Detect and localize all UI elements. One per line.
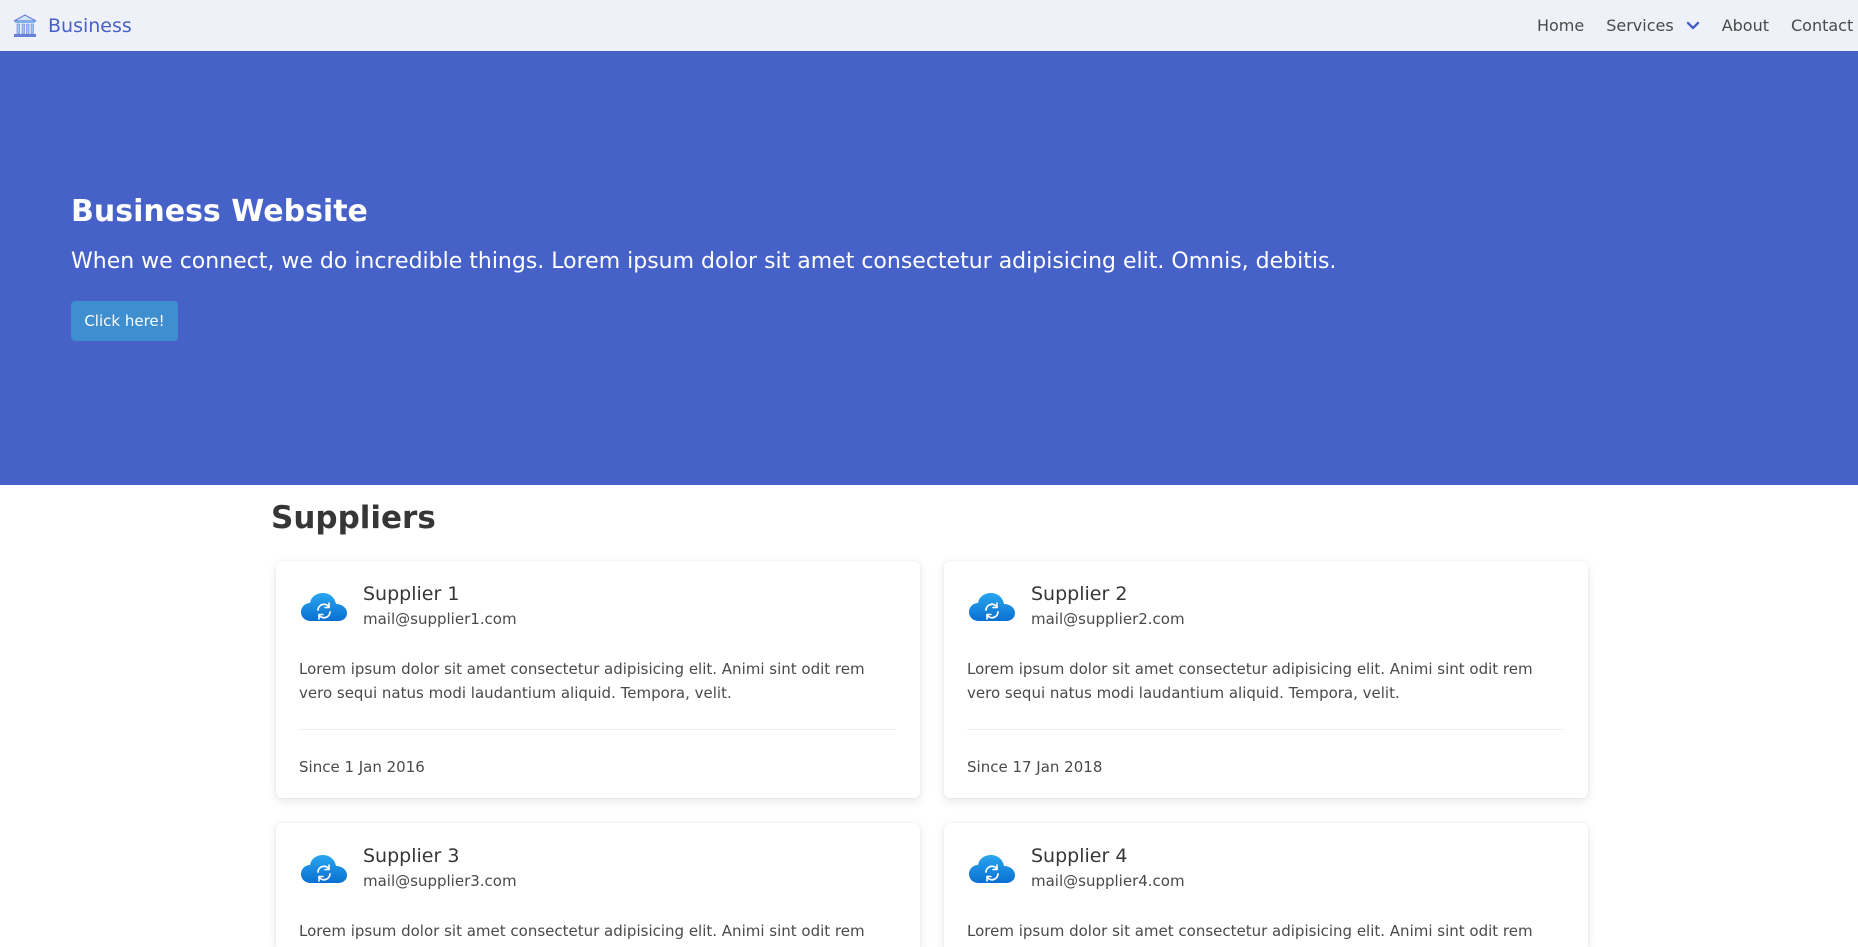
supplier-since: Since 17 Jan 2018 <box>967 758 1103 776</box>
supplier-description: Lorem ipsum dolor sit amet consectetur a… <box>299 922 865 940</box>
nav-services-label: Services <box>1606 16 1674 35</box>
top-navbar: Business Home Services About Contact <box>0 0 1858 51</box>
supplier-card: Supplier 3 mail@supplier3.com Lorem ipsu… <box>276 823 920 947</box>
hero-banner: Business Website When we connect, we do … <box>0 51 1858 485</box>
supplier-card-header: Supplier 3 mail@supplier3.com <box>299 845 517 891</box>
card-divider <box>299 729 895 730</box>
supplier-email: mail@supplier2.com <box>1031 610 1185 628</box>
supplier-meta: Supplier 3 mail@supplier3.com <box>363 845 517 891</box>
supplier-card: Supplier 1 mail@supplier1.com Lorem ipsu… <box>276 561 920 798</box>
nav-menu: Home Services About Contact <box>1526 0 1858 51</box>
brand-label: Business <box>48 14 132 37</box>
supplier-email: mail@supplier1.com <box>363 610 517 628</box>
supplier-name: Supplier 2 <box>1031 583 1128 605</box>
building-icon <box>10 11 40 41</box>
cloud-sync-icon <box>299 589 349 629</box>
supplier-email: mail@supplier3.com <box>363 872 517 890</box>
hero-subtitle: When we connect, we do incredible things… <box>71 249 1337 274</box>
supplier-card: Supplier 4 mail@supplier4.com Lorem ipsu… <box>944 823 1588 947</box>
brand-link[interactable]: Business <box>0 0 132 51</box>
supplier-meta: Supplier 4 mail@supplier4.com <box>1031 845 1185 891</box>
cloud-sync-icon <box>967 589 1017 629</box>
supplier-card: Supplier 2 mail@supplier2.com Lorem ipsu… <box>944 561 1588 798</box>
supplier-card-header: Supplier 2 mail@supplier2.com <box>967 583 1185 629</box>
chevron-down-icon <box>1686 21 1700 31</box>
supplier-name: Supplier 3 <box>363 845 460 867</box>
nav-contact[interactable]: Contact <box>1780 0 1858 51</box>
card-divider <box>967 729 1563 730</box>
hero-title: Business Website <box>71 194 368 229</box>
supplier-card-header: Supplier 4 mail@supplier4.com <box>967 845 1185 891</box>
supplier-name: Supplier 1 <box>363 583 460 605</box>
nav-about[interactable]: About <box>1711 0 1780 51</box>
supplier-description: Lorem ipsum dolor sit amet consectetur a… <box>967 660 1533 702</box>
nav-services-dropdown[interactable]: Services <box>1595 0 1710 51</box>
supplier-description: Lorem ipsum dolor sit amet consectetur a… <box>299 660 865 702</box>
supplier-email: mail@supplier4.com <box>1031 872 1185 890</box>
cloud-sync-icon <box>299 851 349 891</box>
supplier-card-header: Supplier 1 mail@supplier1.com <box>299 583 517 629</box>
nav-home[interactable]: Home <box>1526 0 1595 51</box>
cloud-sync-icon <box>967 851 1017 891</box>
supplier-description: Lorem ipsum dolor sit amet consectetur a… <box>967 922 1533 940</box>
supplier-meta: Supplier 1 mail@supplier1.com <box>363 583 517 629</box>
supplier-since: Since 1 Jan 2016 <box>299 758 425 776</box>
supplier-meta: Supplier 2 mail@supplier2.com <box>1031 583 1185 629</box>
suppliers-heading: Suppliers <box>271 500 436 536</box>
cta-button[interactable]: Click here! <box>71 301 178 341</box>
supplier-name: Supplier 4 <box>1031 845 1128 867</box>
